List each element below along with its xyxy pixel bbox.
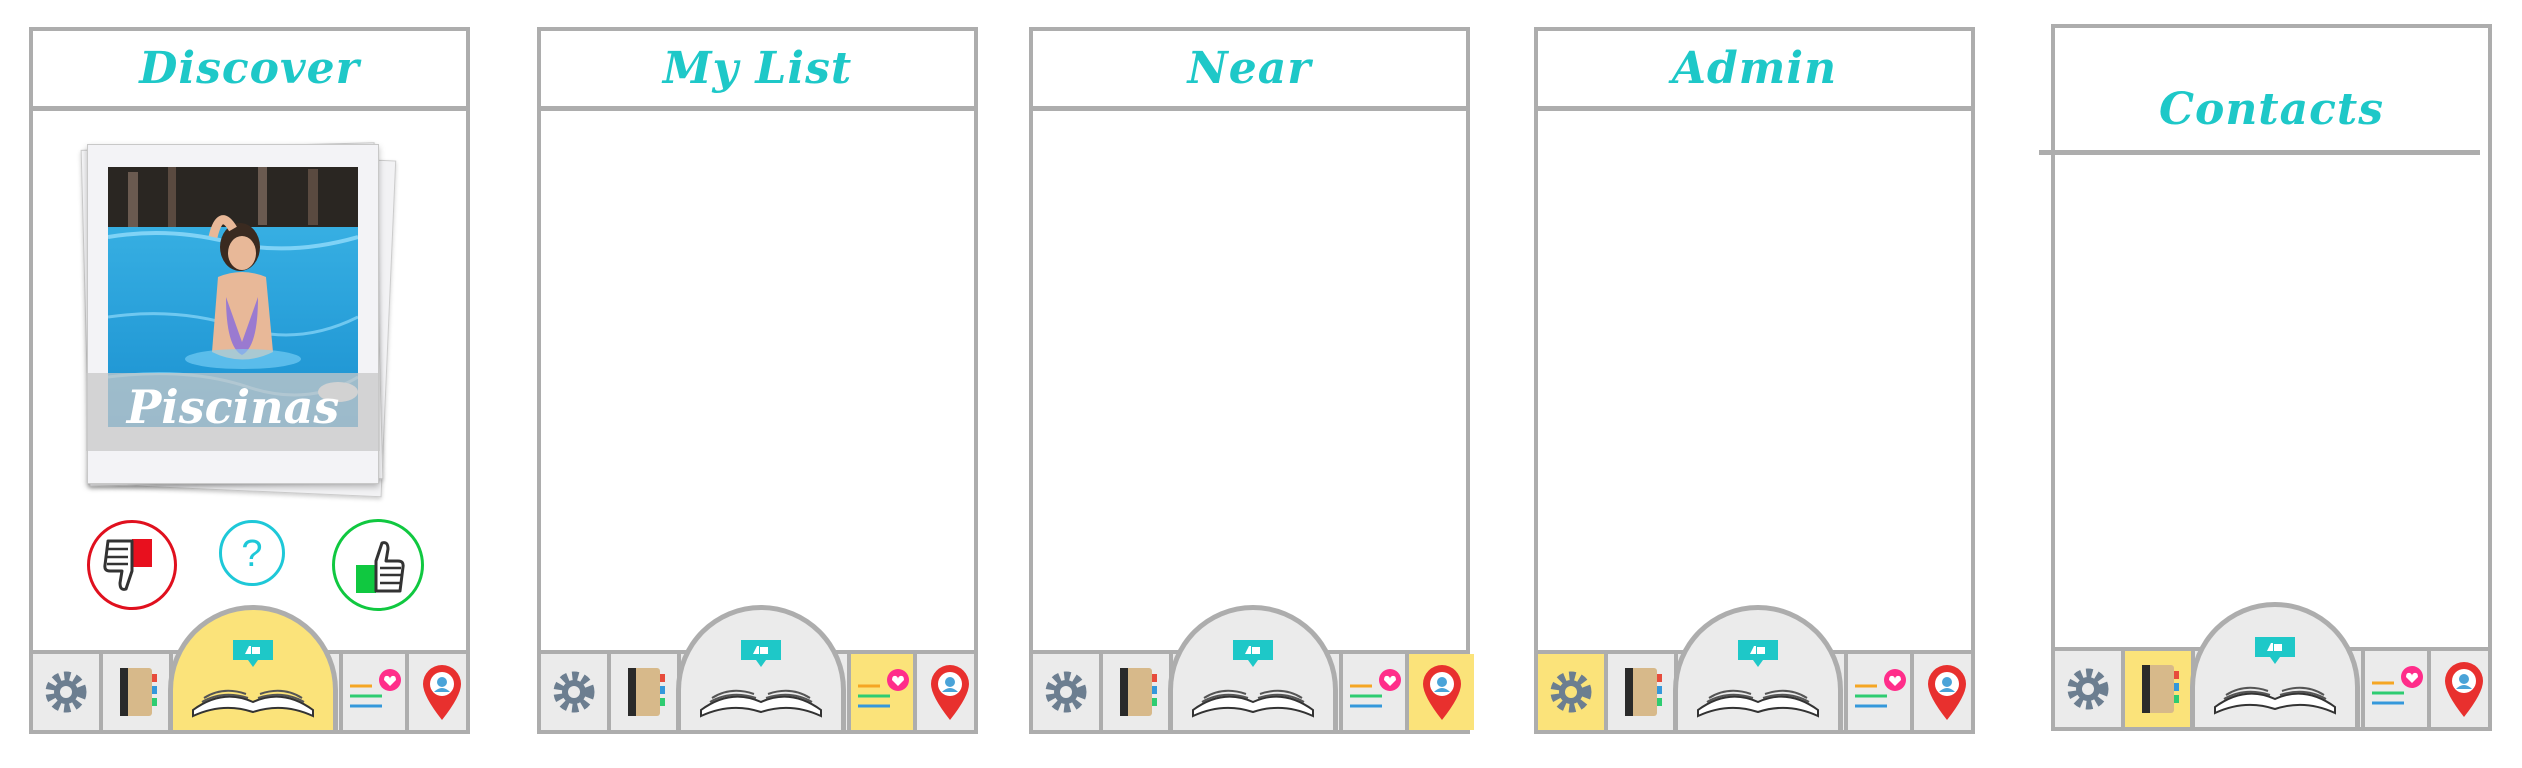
thumbs-down-icon xyxy=(103,539,152,591)
location-pin-icon xyxy=(1927,665,1966,720)
screen-near: Near xyxy=(1029,27,1474,734)
nav-settings[interactable] xyxy=(33,654,103,730)
svg-text:?: ? xyxy=(241,533,262,575)
nav-library[interactable] xyxy=(2190,602,2360,727)
heart-list-icon xyxy=(350,669,401,708)
nav-contacts[interactable] xyxy=(2125,651,2195,727)
location-pin-icon xyxy=(930,665,969,720)
screen-contacts: Contacts xyxy=(2039,24,2492,731)
nav-list[interactable] xyxy=(847,654,917,730)
heart-list-icon xyxy=(858,669,909,708)
open-book-icon xyxy=(192,640,314,718)
nav-contacts[interactable] xyxy=(1608,654,1678,730)
nav-settings[interactable] xyxy=(2055,651,2125,727)
heart-list-icon xyxy=(1855,669,1906,708)
location-pin-icon xyxy=(422,665,461,720)
screen-title: Near xyxy=(1187,43,1312,94)
screen-my-list: My List xyxy=(537,27,978,734)
nav-near[interactable] xyxy=(1914,654,1979,730)
open-book-icon xyxy=(700,640,822,718)
nav-library[interactable] xyxy=(1168,605,1338,730)
address-book-icon xyxy=(1625,668,1662,716)
screen-title: Admin xyxy=(1671,43,1838,94)
nav-settings[interactable] xyxy=(1033,654,1103,730)
screen-title: Contacts xyxy=(2158,84,2385,135)
heart-list-icon xyxy=(2372,666,2423,705)
title-divider xyxy=(2039,150,2480,155)
nav-contacts[interactable] xyxy=(611,654,681,730)
address-book-icon xyxy=(628,668,665,716)
dislike-button[interactable] xyxy=(87,520,177,610)
unsure-button[interactable]: ? xyxy=(219,520,285,586)
nav-library[interactable] xyxy=(1673,605,1843,730)
title-bar: My List xyxy=(541,31,974,111)
nav-library[interactable] xyxy=(676,605,846,730)
gear-icon xyxy=(2067,668,2109,710)
nav-contacts[interactable] xyxy=(1103,654,1173,730)
nav-near[interactable] xyxy=(2431,651,2496,727)
open-book-icon xyxy=(1697,640,1819,718)
nav-list[interactable] xyxy=(2361,651,2431,727)
nav-list[interactable] xyxy=(1339,654,1409,730)
nav-settings[interactable] xyxy=(541,654,611,730)
gear-icon xyxy=(45,671,87,713)
gear-icon xyxy=(1045,671,1087,713)
nav-list[interactable] xyxy=(339,654,409,730)
heart-list-icon xyxy=(1350,669,1401,708)
nav-list[interactable] xyxy=(1844,654,1914,730)
address-book-icon xyxy=(1120,668,1157,716)
location-pin-icon xyxy=(2444,662,2483,717)
title-bar: Admin xyxy=(1538,31,1971,111)
card-label: Piscinas xyxy=(126,380,340,434)
question-icon: ? xyxy=(241,533,262,575)
screen-discover: Discover Piscinas ? xyxy=(29,27,470,734)
gear-icon xyxy=(1550,671,1592,713)
open-book-icon xyxy=(2214,637,2336,715)
open-book-icon xyxy=(1192,640,1314,718)
address-book-icon xyxy=(2142,665,2179,713)
screen-title: My List xyxy=(662,43,853,94)
like-button[interactable] xyxy=(332,519,424,611)
location-pin-icon xyxy=(1422,665,1461,720)
title-bar: Discover xyxy=(33,31,466,111)
nav-contacts[interactable] xyxy=(103,654,173,730)
photo-card-stack[interactable]: Piscinas xyxy=(75,136,397,498)
nav-settings[interactable] xyxy=(1538,654,1608,730)
thumbs-up-icon xyxy=(356,541,405,593)
nav-near[interactable] xyxy=(409,654,474,730)
title-area: Contacts xyxy=(2055,28,2488,153)
nav-near[interactable] xyxy=(917,654,982,730)
address-book-icon xyxy=(120,668,157,716)
nav-near[interactable] xyxy=(1409,654,1474,730)
screen-admin: Admin xyxy=(1534,27,1975,734)
card-front: Piscinas xyxy=(86,144,380,484)
gear-icon xyxy=(553,671,595,713)
title-bar: Near xyxy=(1033,31,1466,111)
screen-title: Discover xyxy=(139,43,360,94)
nav-library[interactable] xyxy=(168,605,338,730)
